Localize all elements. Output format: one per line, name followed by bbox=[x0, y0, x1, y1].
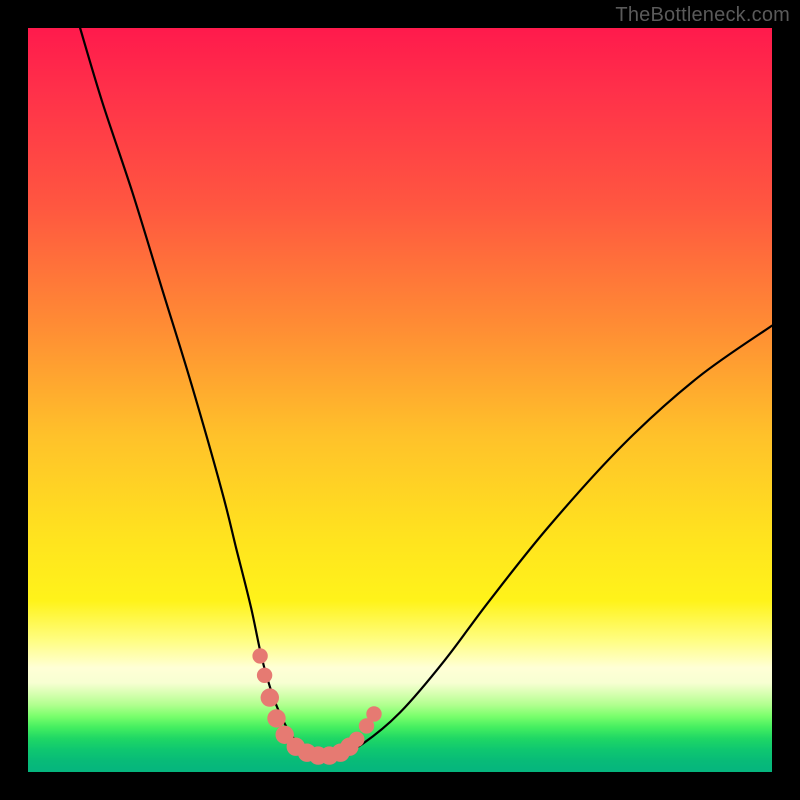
highlighted-range-markers bbox=[252, 648, 381, 765]
marker-dot bbox=[366, 706, 381, 721]
marker-dot bbox=[261, 688, 279, 706]
chart-svg bbox=[28, 28, 772, 772]
watermark-text: TheBottleneck.com bbox=[615, 4, 790, 27]
marker-dot bbox=[267, 709, 285, 727]
marker-dot bbox=[349, 732, 364, 747]
marker-dot bbox=[252, 648, 267, 663]
plot-area bbox=[28, 28, 772, 772]
chart-frame: TheBottleneck.com bbox=[0, 0, 800, 800]
marker-dot bbox=[257, 668, 272, 683]
bottleneck-curve bbox=[80, 28, 772, 756]
